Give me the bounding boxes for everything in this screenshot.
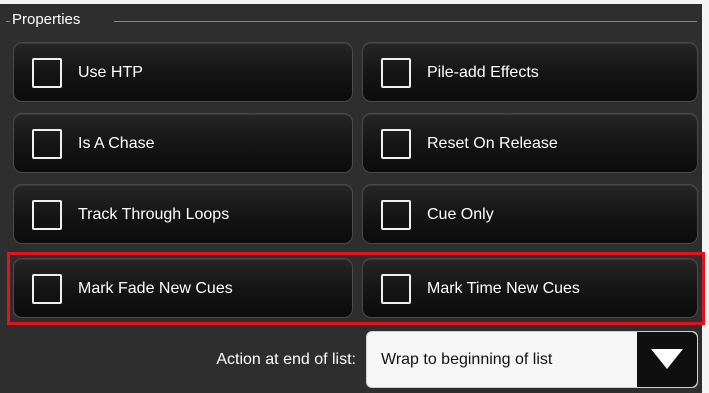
checkbox-unchecked-icon[interactable] [381,129,411,159]
mark-fade-new-cues-toggle[interactable]: Mark Fade New Cues [13,258,353,318]
properties-panel: Properties Use HTP Pile-add Effects Is A… [0,0,709,393]
track-through-loops-toggle[interactable]: Track Through Loops [13,184,353,244]
mark-time-new-cues-toggle[interactable]: Mark Time New Cues [362,258,698,318]
pile-add-effects-toggle[interactable]: Pile-add Effects [362,42,698,102]
option-label: Use HTP [78,64,143,81]
checkbox-unchecked-icon[interactable] [381,58,411,88]
use-htp-toggle[interactable]: Use HTP [13,42,353,102]
action-at-end-label: Action at end of list: [216,351,356,368]
option-label: Mark Time New Cues [427,280,580,297]
chevron-down-icon [651,349,683,369]
checkbox-unchecked-icon[interactable] [32,274,62,304]
checkbox-unchecked-icon[interactable] [381,200,411,230]
dropdown-arrow-button[interactable] [637,332,697,387]
dropdown-value: Wrap to beginning of list [381,351,553,368]
option-label: Pile-add Effects [427,64,539,81]
cue-only-toggle[interactable]: Cue Only [362,184,698,244]
checkbox-unchecked-icon[interactable] [32,58,62,88]
top-edge [0,0,709,4]
reset-on-release-toggle[interactable]: Reset On Release [362,113,698,173]
option-label: Cue Only [427,206,494,223]
checkbox-unchecked-icon[interactable] [32,200,62,230]
checkbox-unchecked-icon[interactable] [32,129,62,159]
group-border-right [114,21,697,22]
option-label: Reset On Release [427,135,558,152]
is-a-chase-toggle[interactable]: Is A Chase [13,113,353,173]
right-edge [702,0,709,393]
group-border-left [6,21,10,22]
option-label: Track Through Loops [78,206,230,223]
option-label: Is A Chase [78,135,155,152]
checkbox-unchecked-icon[interactable] [381,274,411,304]
action-at-end-dropdown[interactable]: Wrap to beginning of list [366,331,698,388]
group-title: Properties [12,11,81,28]
option-label: Mark Fade New Cues [78,280,233,297]
